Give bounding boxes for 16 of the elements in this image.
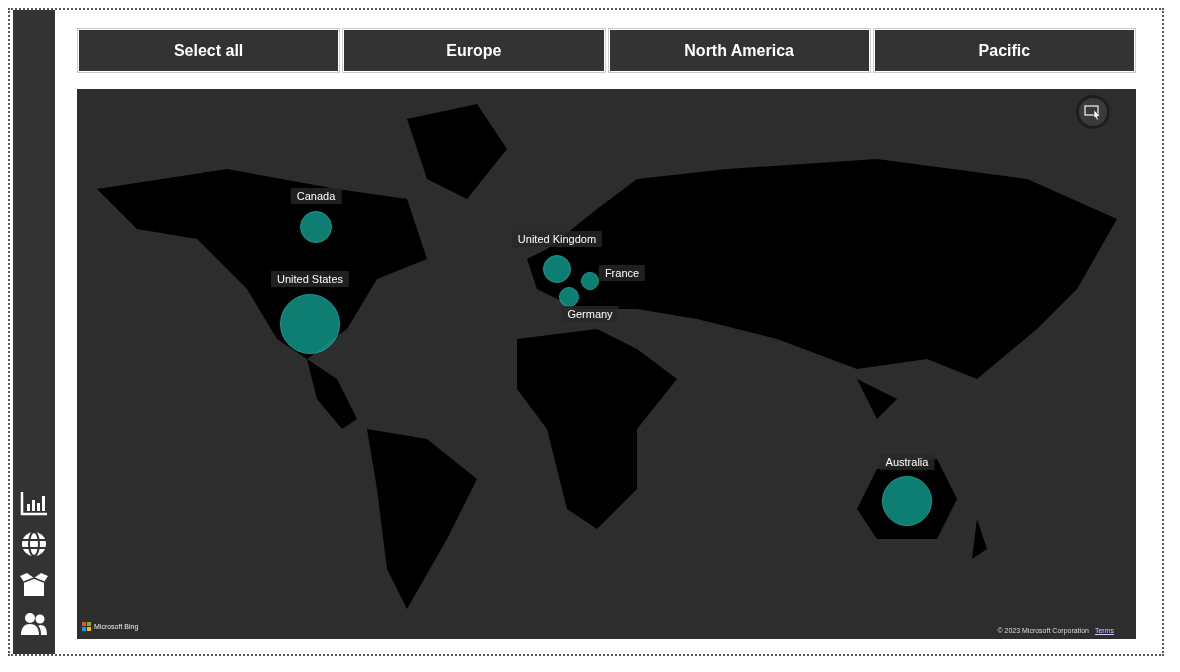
- focus-mode-icon: [1084, 104, 1102, 120]
- bubble-label: Germany: [561, 306, 619, 322]
- box-icon[interactable]: [19, 572, 49, 598]
- bubble-label: France: [598, 265, 646, 281]
- people-icon[interactable]: [20, 612, 48, 636]
- bubble-label: Australia: [879, 454, 935, 470]
- windows-logo-icon: [82, 622, 91, 631]
- bubble-label: United States: [271, 271, 349, 287]
- bubble-label: United Kingdom: [511, 231, 603, 247]
- bubble-label: Canada: [290, 188, 342, 204]
- region-button[interactable]: Europe: [344, 30, 604, 71]
- globe-icon[interactable]: [20, 530, 48, 558]
- bar-chart-icon[interactable]: [20, 490, 48, 516]
- region-button[interactable]: Pacific: [874, 30, 1134, 71]
- region-button[interactable]: North America: [609, 30, 869, 71]
- region-button[interactable]: Select all: [79, 30, 339, 71]
